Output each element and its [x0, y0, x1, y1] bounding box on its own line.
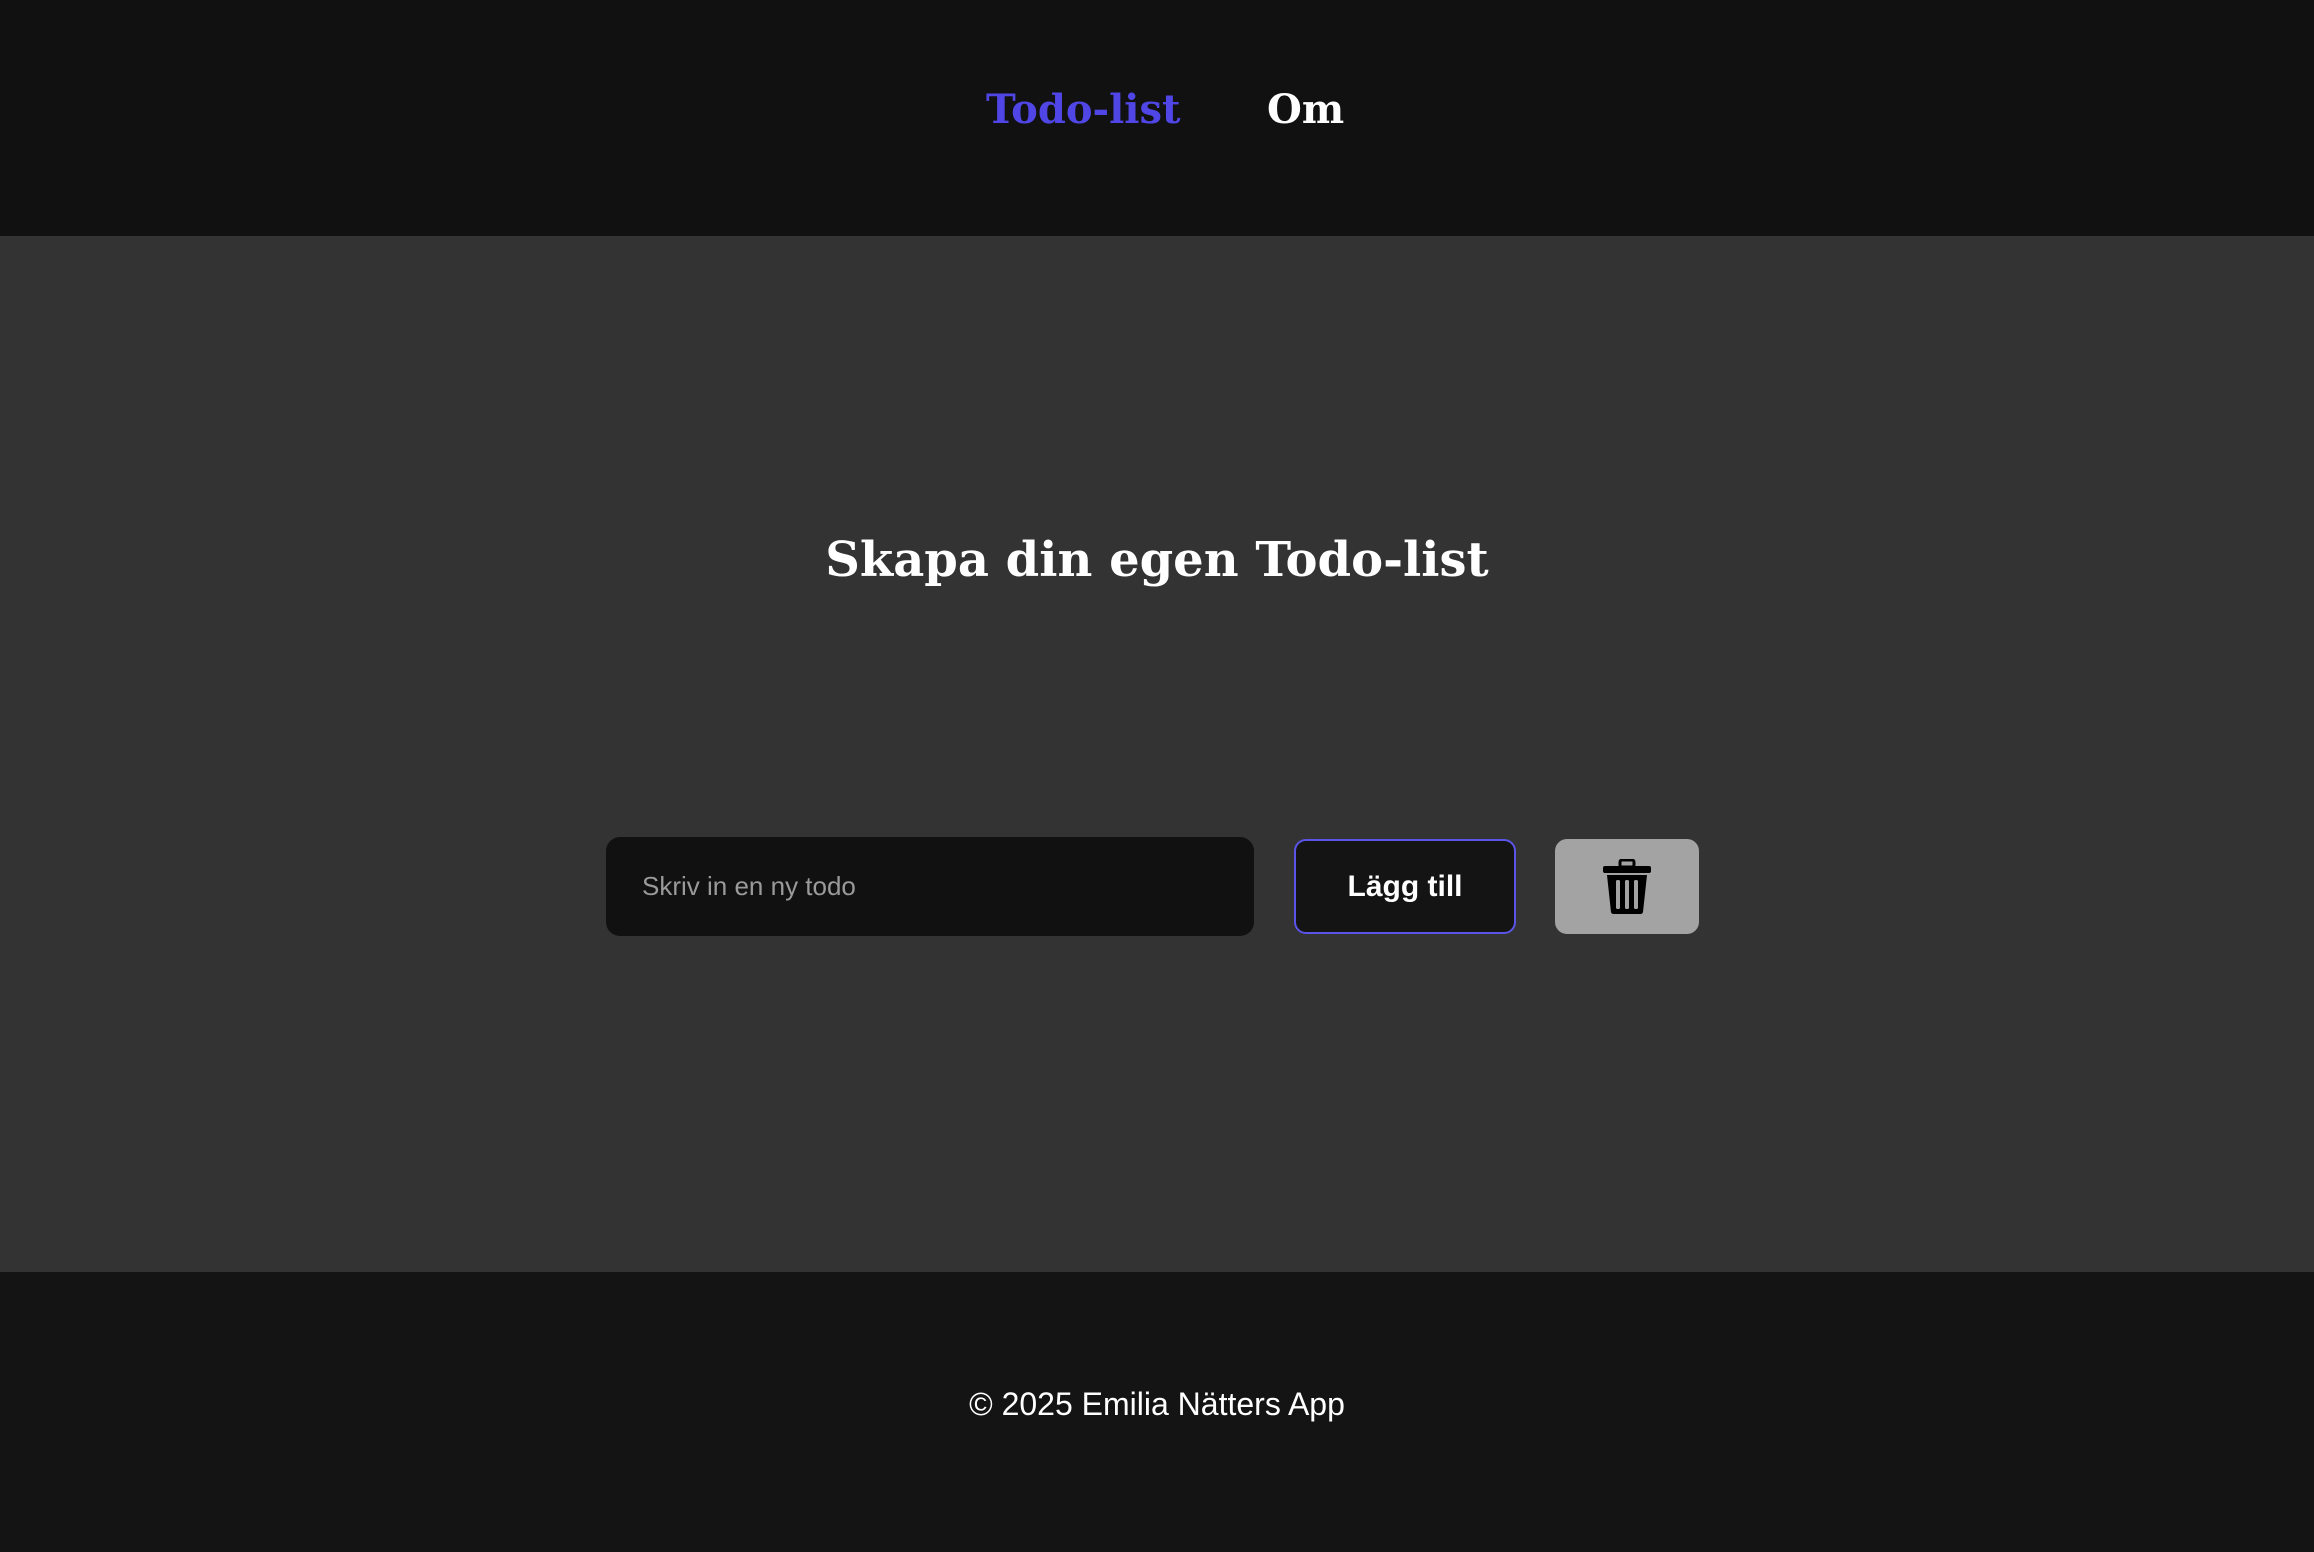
footer: © 2025 Emilia Nätters App: [0, 1272, 2314, 1552]
trash-icon: [1603, 858, 1651, 914]
nav-link-todo-list[interactable]: Todo-list: [986, 80, 1181, 140]
main-content: Skapa din egen Todo-list Lägg till: [0, 236, 2314, 1272]
page-title: Skapa din egen Todo-list: [825, 532, 1489, 588]
nav-link-om[interactable]: Om: [1267, 80, 1344, 140]
top-nav: Todo-list Om: [0, 0, 2314, 236]
footer-copyright: © 2025 Emilia Nätters App: [969, 1386, 1345, 1422]
add-todo-button[interactable]: Lägg till: [1294, 839, 1516, 934]
delete-all-button[interactable]: [1555, 839, 1699, 934]
todo-input[interactable]: [606, 837, 1254, 936]
